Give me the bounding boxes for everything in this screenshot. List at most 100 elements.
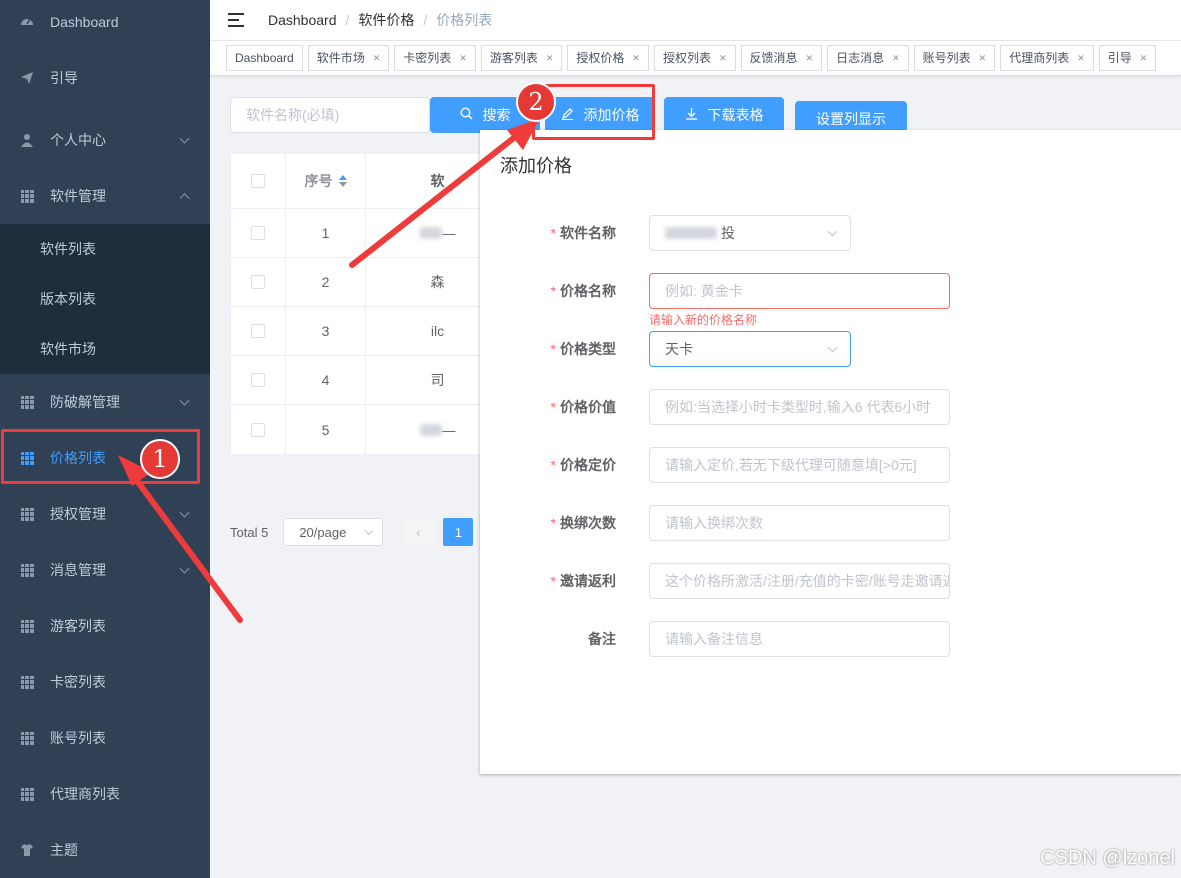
- price-name-input[interactable]: 例如: 黄金卡: [649, 273, 950, 309]
- table-icon: [20, 507, 34, 521]
- sidebar-item-label: 主题: [50, 842, 78, 858]
- sidebar-item-agents[interactable]: 代理商列表: [0, 766, 210, 822]
- tag-item[interactable]: 授权列表 ✕: [653, 45, 736, 71]
- chevron-left-icon: ‹: [416, 524, 421, 540]
- row-checkbox[interactable]: [251, 275, 265, 289]
- software-name-search-input[interactable]: 软件名称(必填): [230, 97, 430, 133]
- close-icon[interactable]: ✕: [546, 46, 554, 70]
- sidebar-subitem-version-list[interactable]: 版本列表: [0, 274, 210, 324]
- form-label: * 价格名称: [500, 281, 616, 301]
- required-asterisk: *: [550, 283, 556, 299]
- tag-label: 代理商列表: [1009, 51, 1070, 65]
- row-checkbox[interactable]: [251, 422, 265, 437]
- sidebar-subitem-software-list[interactable]: 软件列表: [0, 224, 210, 274]
- dashboard-icon: [20, 15, 34, 29]
- tag-item[interactable]: 引导 ✕: [1098, 45, 1157, 71]
- price-name-error: 请输入新的价格名称: [649, 313, 758, 327]
- row-checkbox[interactable]: [251, 226, 265, 240]
- tag-dashboard[interactable]: Dashboard: [226, 45, 303, 71]
- price-value-input[interactable]: 例如:当选择小时卡类型时,输入6 代表6小时: [649, 389, 950, 425]
- close-icon[interactable]: ✕: [806, 46, 814, 70]
- tag-label: 账号列表: [922, 51, 971, 65]
- tag-item[interactable]: 账号列表 ✕: [913, 45, 996, 71]
- sidebar-item-guide[interactable]: 引导: [0, 44, 210, 112]
- breadcrumb-item[interactable]: Dashboard: [268, 12, 337, 28]
- sidebar-item-software[interactable]: 软件管理: [0, 168, 210, 224]
- form-label-text: 价格类型: [560, 341, 616, 357]
- price-table: 序号 软 1 — 2 森 3 ilc 4 司 5 —: [230, 153, 510, 455]
- form-label-text: 价格定价: [560, 457, 616, 473]
- tag-item[interactable]: 游客列表 ✕: [480, 45, 563, 71]
- table-row[interactable]: 2 森: [231, 258, 509, 307]
- close-icon[interactable]: ✕: [632, 46, 640, 70]
- sidebar-subitem-software-market[interactable]: 软件市场: [0, 324, 210, 374]
- software-submenu: 软件列表 版本列表 软件市场: [0, 224, 210, 374]
- prev-page-button[interactable]: ‹: [403, 518, 434, 546]
- tag-item[interactable]: 授权价格 ✕: [567, 45, 649, 71]
- row-index: 1: [286, 209, 366, 257]
- price-amount-input[interactable]: 请输入定价,若无下级代理可随意填[>0元]: [649, 447, 950, 483]
- sidebar-item-theme[interactable]: 主题: [0, 822, 210, 878]
- sidebar-item-label: 卡密列表: [50, 674, 106, 690]
- row-check-cell: [231, 209, 286, 257]
- select-value: 天卡: [665, 341, 693, 357]
- row-checkbox[interactable]: [251, 373, 265, 387]
- sidebar-item-label: 个人中心: [50, 132, 106, 148]
- row-check-cell: [231, 405, 286, 454]
- page-size-select[interactable]: 20/page: [283, 518, 384, 546]
- tag-item[interactable]: 软件市场 ✕: [307, 45, 390, 71]
- software-name-select[interactable]: 投: [649, 215, 851, 251]
- price-type-select[interactable]: 天卡: [649, 331, 851, 367]
- close-icon[interactable]: ✕: [1077, 46, 1085, 70]
- rebind-count-input[interactable]: 请输入换绑次数: [649, 505, 950, 541]
- table-row[interactable]: 1 —: [231, 209, 509, 258]
- chevron-down-icon: [179, 507, 190, 518]
- column-settings-button-label: 设置列显示: [816, 111, 886, 127]
- shirt-icon: [20, 843, 34, 857]
- table-row[interactable]: 5 —: [231, 405, 509, 454]
- select-all-checkbox[interactable]: [251, 174, 265, 188]
- sidebar-item-anticrack[interactable]: 防破解管理: [0, 374, 210, 430]
- index-column-header[interactable]: 序号: [286, 154, 366, 208]
- close-icon[interactable]: ✕: [1140, 46, 1148, 70]
- page-number-button[interactable]: 1: [443, 518, 474, 546]
- close-icon[interactable]: ✕: [892, 46, 900, 70]
- sidebar-item-label: 授权管理: [50, 506, 106, 522]
- tag-item[interactable]: 日志消息 ✕: [827, 45, 909, 71]
- chevron-down-icon: [179, 395, 190, 406]
- sidebar-item-messages[interactable]: 消息管理: [0, 542, 210, 598]
- blurred-text: [419, 227, 442, 239]
- tag-item[interactable]: 代理商列表 ✕: [1000, 45, 1094, 71]
- sidebar-item-label: Dashboard: [50, 14, 119, 30]
- row-checkbox[interactable]: [251, 324, 265, 338]
- table-icon: [20, 731, 34, 745]
- table-row[interactable]: 3 ilc: [231, 307, 509, 356]
- form-row-invite-rebate: * 邀请返利 这个价格所激活/注册/充值的卡密/账号走邀请返利: [480, 563, 1181, 599]
- invite-rebate-input[interactable]: 这个价格所激活/注册/充值的卡密/账号走邀请返利: [649, 563, 950, 599]
- table-icon: [20, 675, 34, 689]
- download-table-button[interactable]: 下载表格: [664, 97, 784, 133]
- sidebar-item-accounts[interactable]: 账号列表: [0, 710, 210, 766]
- sidebar-item-auth[interactable]: 授权管理: [0, 486, 210, 542]
- tag-label: Dashboard: [235, 51, 294, 65]
- form-label: * 价格价值: [500, 397, 616, 417]
- tag-item[interactable]: 反馈消息 ✕: [740, 45, 823, 71]
- row-check-cell: [231, 356, 286, 404]
- remark-input[interactable]: 请输入备注信息: [649, 621, 950, 657]
- tag-item[interactable]: 卡密列表 ✕: [394, 45, 476, 71]
- sidebar-item-profile[interactable]: 个人中心: [0, 112, 210, 168]
- sidebar-item-cards[interactable]: 卡密列表: [0, 654, 210, 710]
- breadcrumb-separator: /: [345, 12, 350, 28]
- close-icon[interactable]: ✕: [719, 46, 727, 70]
- sort-icon[interactable]: [338, 175, 347, 187]
- table-icon: [20, 189, 34, 203]
- table-row[interactable]: 4 司: [231, 356, 509, 405]
- close-icon[interactable]: ✕: [459, 46, 467, 70]
- close-icon[interactable]: ✕: [373, 46, 381, 70]
- hamburger-icon[interactable]: [228, 13, 244, 27]
- close-icon[interactable]: ✕: [979, 46, 987, 70]
- row-name-text: 森: [430, 274, 445, 290]
- tags-view: Dashboard 软件市场 ✕ 卡密列表 ✕ 游客列表 ✕ 授权价格 ✕ 授权列表 ✕ …: [210, 40, 1181, 76]
- sidebar-item-dashboard[interactable]: Dashboard: [0, 0, 210, 44]
- sidebar-item-guests[interactable]: 游客列表: [0, 598, 210, 654]
